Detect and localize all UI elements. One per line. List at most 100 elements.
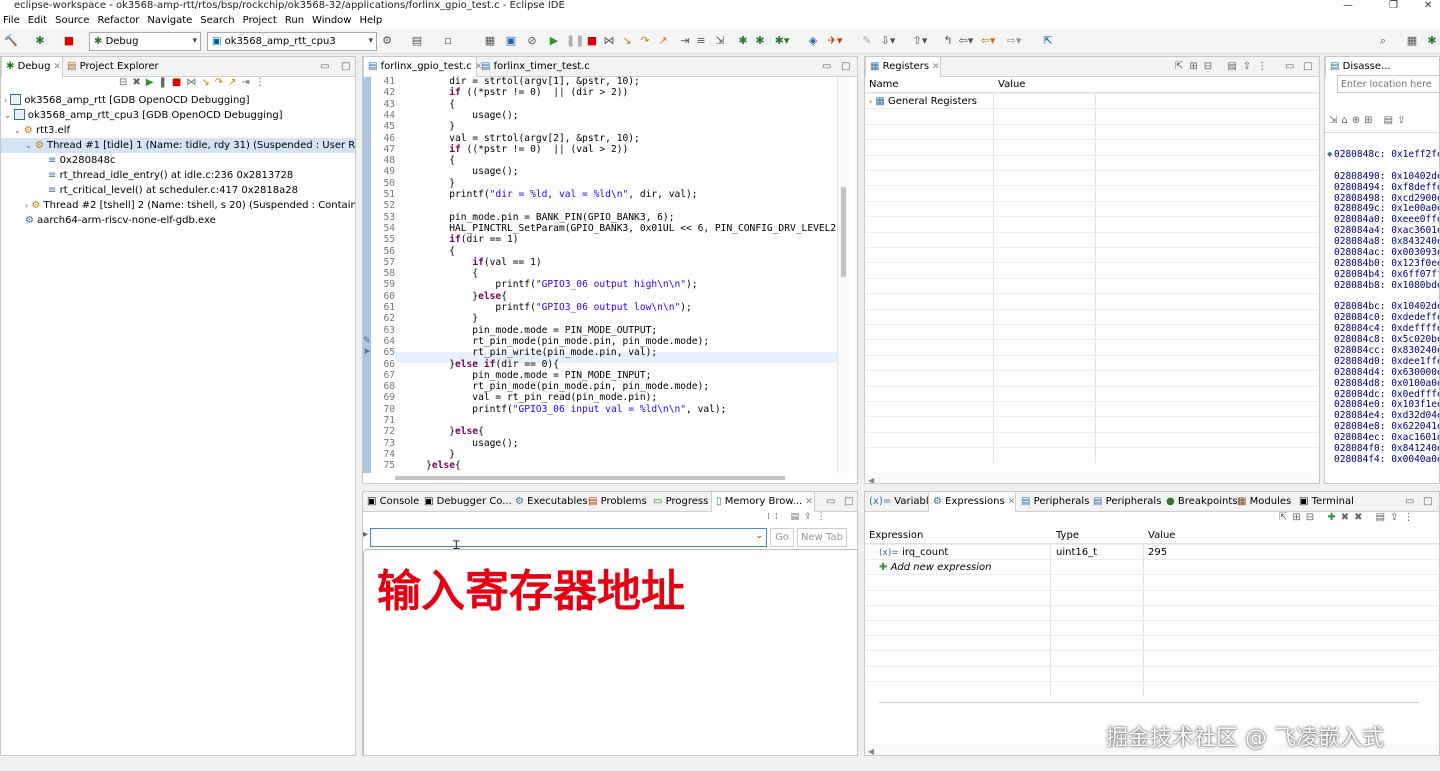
tab-debugger-console[interactable]: ▣ Debugger Co... [420,492,516,512]
arrow-right-icon[interactable]: ⇨▾ [1006,33,1022,49]
tab-registers[interactable]: ▦ Registers ✕ [865,57,941,77]
code-line[interactable]: 69 val = rt_pin_read(pin_mode.pin); [363,392,837,403]
external-tools-icon[interactable]: ◈ [805,33,821,49]
tab-breakpoints[interactable]: ● Breakpoints [1162,492,1241,512]
remove-terminated-icon[interactable]: ✖ [132,77,145,88]
open-perspective-icon[interactable]: ⇱ [1040,33,1056,49]
terminate-small-icon[interactable]: ■ [172,77,186,88]
tree-item-launch-2[interactable]: ⌄ ok3568_amp_rtt_cpu3 [GDB OpenOCD Debug… [1,108,355,123]
code-line[interactable]: 58 { [363,268,837,279]
code-line[interactable]: 42 if ((*pstr != 0) || (dir > 2)) [363,87,837,98]
code-line[interactable]: 52 [363,200,837,211]
code-line[interactable]: 47 if ((*pstr != 0) || (val > 2)) [363,144,837,155]
chevron-down-icon[interactable]: ⌄ [4,111,11,120]
menu-edit[interactable]: Edit [25,14,52,29]
step-into-icon[interactable]: ↘ [619,33,635,49]
disassembly-row[interactable]: 028084b8: 0x1080bde8 [1334,280,1439,292]
scroll-thumb[interactable] [841,187,846,277]
close-icon[interactable]: ✕ [1008,497,1016,507]
last-edit-icon[interactable]: ↰ [940,33,956,49]
terminate-icon[interactable]: ■ [61,33,77,49]
code-line[interactable]: 63 pin_mode.mode = PIN_MODE_OUTPUT; [363,325,837,336]
print-icon[interactable]: ▦ [482,33,498,49]
menu-help[interactable]: Help [356,14,387,29]
disassembly-row[interactable]: 0280848c: 0x1eff2fe1 [1334,149,1439,161]
tree-item-thread-2[interactable]: › ⚙ Thread #2 [tshell] 2 (Name: tshell, … [1,198,355,213]
chevron-down-icon[interactable]: ⌄ [14,126,21,135]
code-line[interactable]: 57 if(val == 1) [363,257,837,268]
code-line[interactable]: 60 }else{ [363,291,837,302]
disassembly-row[interactable]: 028084d8: 0x0100a0e3 [1334,378,1439,390]
search-icon[interactable]: ⌕ [1375,33,1391,49]
menu-file[interactable]: File [0,14,25,29]
chevron-right-icon[interactable]: › [869,97,872,106]
maximize-view-icon[interactable]: □ [341,57,350,77]
code-line[interactable]: 49 usage(); [363,166,837,177]
perspective-icon[interactable]: ▦ [1404,33,1420,49]
tab-expressions[interactable]: ⚙ Expressions ✕ [928,492,1016,512]
chevron-right-icon[interactable]: › [25,201,28,210]
next-annotation-icon[interactable]: ⇩▾ [880,33,896,49]
scroll-left-icon[interactable]: ◀ [865,747,874,755]
disconnect-small-icon[interactable]: ⋈ [186,77,201,88]
menu-window[interactable]: Window [309,14,356,29]
code-line[interactable]: 65 rt_pin_write(pin_mode.pin, val); [363,347,837,358]
new-tab-button[interactable]: New Tab [797,528,847,547]
code-line[interactable]: 66 }else if(dir == 0){ [363,359,837,370]
tree-item-elf[interactable]: ⌄ ⚙ rtt3.elf [1,123,355,138]
minimize-view-icon[interactable]: ▭ [1405,492,1414,512]
use-step-filters-icon[interactable]: ⇲ [712,33,728,49]
gear-icon[interactable]: ⚙ [379,33,395,49]
collapse-all-icon[interactable]: ⊟ [119,77,132,88]
tree-item-gdb[interactable]: ⚙ aarch64-arm-riscv-none-elf-gdb.exe [1,213,355,228]
stop-icon[interactable]: ■ [584,33,600,49]
code-line[interactable]: 61 printf("GPIO3_06 output low\n\n"); [363,302,837,313]
disassembly-toolbar[interactable]: ⇲⌂⊕⊞ ▤⇪ [1329,115,1410,126]
maximize-view-icon[interactable]: □ [844,492,853,512]
launch-mode-select[interactable]: ✱ Debug ▾ [89,32,201,51]
menu-source[interactable]: Source [52,14,94,29]
close-icon[interactable]: ✕ [1424,0,1432,12]
registers-hscroll[interactable]: ◀ [865,473,1319,483]
code-line[interactable]: 70 printf("GPIO3_06 input val = %ld\n\n"… [363,404,837,415]
maximize-icon[interactable]: ❐ [1389,0,1398,12]
build-hammer-icon[interactable]: 🔨 [3,33,19,49]
tab-problems[interactable]: ▤ Problems [584,492,651,512]
maximize-view-icon[interactable]: □ [841,57,850,77]
edit-icon[interactable]: ✎ [859,33,875,49]
disconnect-icon[interactable]: ⋈ [601,33,617,49]
launch-config-select[interactable]: ▣ ok3568_amp_rtt_cpu3 ▾ [207,32,377,51]
vertical-scrollbar[interactable] [837,77,849,473]
tab-timer-test[interactable]: ▤ forlinx_timer_test.c [477,57,594,77]
chevron-right-icon[interactable]: › [4,96,7,105]
suspend-small-icon[interactable]: ❚ [158,77,171,88]
menu-small-icon[interactable]: ⋮ [255,77,270,88]
step-small-icon[interactable]: ↘↷↗ [201,77,241,88]
tab-disassembly[interactable]: ▤ Disasse... [1325,57,1439,77]
step-over-icon[interactable]: ↷ [637,33,653,49]
chevron-down-icon[interactable]: ⌄ [25,141,32,150]
suspend-icon[interactable]: ❚❚ [566,33,584,49]
memory-toolbar[interactable]: ⁞⁞ ▤⇪⋮ [767,512,831,522]
tree-item-frame-3[interactable]: ≡ rt_critical_level() at scheduler.c:417… [1,183,355,198]
skip-breakpoints-icon[interactable]: ⊘ [524,33,540,49]
minimize-view-icon[interactable]: ▭ [826,492,835,512]
code-line[interactable]: 56 { [363,246,837,257]
expression-value[interactable]: 295 [1148,545,1167,560]
code-line[interactable]: 50 } [363,178,837,189]
instr-step-small-icon[interactable]: ⇥ [241,77,254,88]
code-line[interactable]: 51 printf("dir = %ld, val = %ld\n", dir,… [363,189,837,200]
menu-search[interactable]: Search [197,14,239,29]
horizontal-scrollbar[interactable] [395,473,795,483]
tab-project-explorer[interactable]: ▤ Project Explorer [63,57,163,77]
close-icon[interactable]: ✕ [805,497,813,507]
code-line[interactable]: 46 val = strtol(argv[2], &pstr, 10); [363,133,837,144]
tab-gpio-test[interactable]: ▤ forlinx_gpio_test.c ✕ [363,57,482,77]
code-line[interactable]: 71 [363,415,837,426]
tab-progress[interactable]: ▭ Progress [649,492,712,512]
instruction-step-icon[interactable]: ⇥ [677,33,693,49]
debug-run-icon[interactable]: ✱ [735,33,751,49]
tab-executables[interactable]: ⚙ Executables [511,492,592,512]
debug-bug-icon[interactable]: ✱ [32,33,48,49]
tree-item-frame-2[interactable]: ≡ rt_thread_idle_entry() at idle.c:236 0… [1,168,355,183]
